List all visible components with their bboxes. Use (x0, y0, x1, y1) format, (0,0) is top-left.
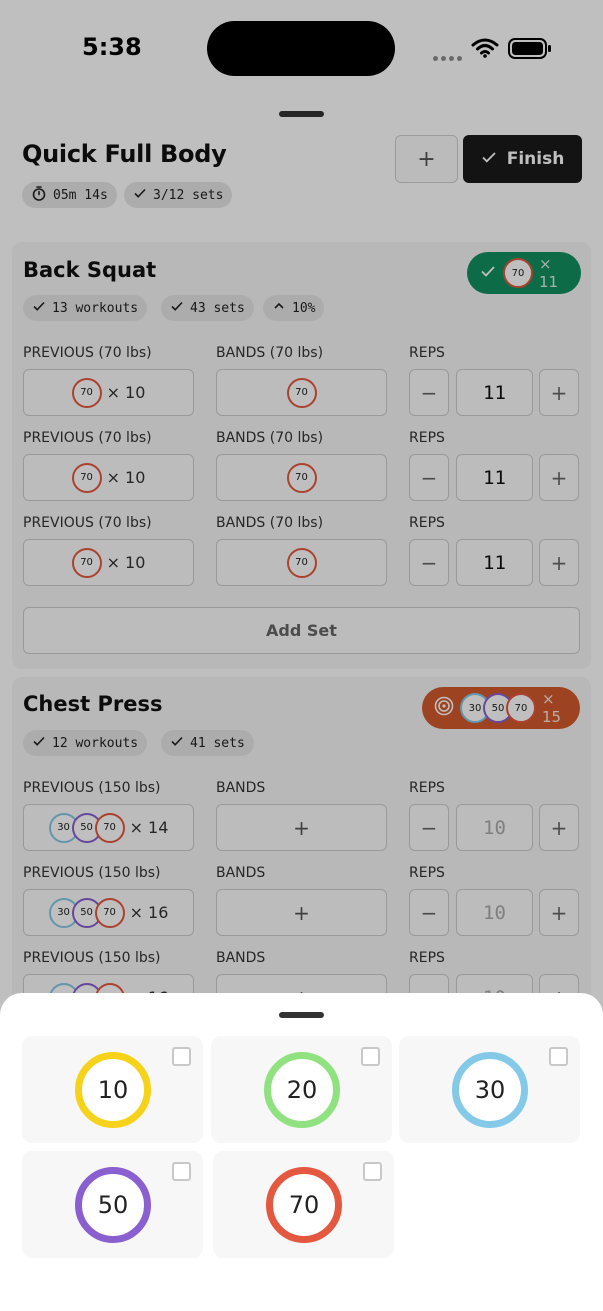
band-option-30[interactable]: 30 (399, 1036, 580, 1143)
band-option-checkbox[interactable] (361, 1047, 380, 1066)
band-option-20[interactable]: 20 (211, 1036, 392, 1143)
sheet-grabber[interactable] (279, 1012, 324, 1018)
band-option-70[interactable]: 70 (213, 1151, 394, 1258)
band-10-icon: 10 (75, 1052, 151, 1128)
band-30-icon: 30 (452, 1052, 528, 1128)
band-70-icon: 70 (266, 1167, 342, 1243)
band-option-checkbox[interactable] (549, 1047, 568, 1066)
band-picker-sheet: 10 20 30 50 70 (0, 993, 603, 1311)
band-option-10[interactable]: 10 (22, 1036, 203, 1143)
band-50-icon: 50 (75, 1167, 151, 1243)
band-option-checkbox[interactable] (363, 1162, 382, 1181)
band-20-icon: 20 (264, 1052, 340, 1128)
band-option-checkbox[interactable] (172, 1162, 191, 1181)
band-option-checkbox[interactable] (172, 1047, 191, 1066)
band-option-50[interactable]: 50 (22, 1151, 203, 1258)
